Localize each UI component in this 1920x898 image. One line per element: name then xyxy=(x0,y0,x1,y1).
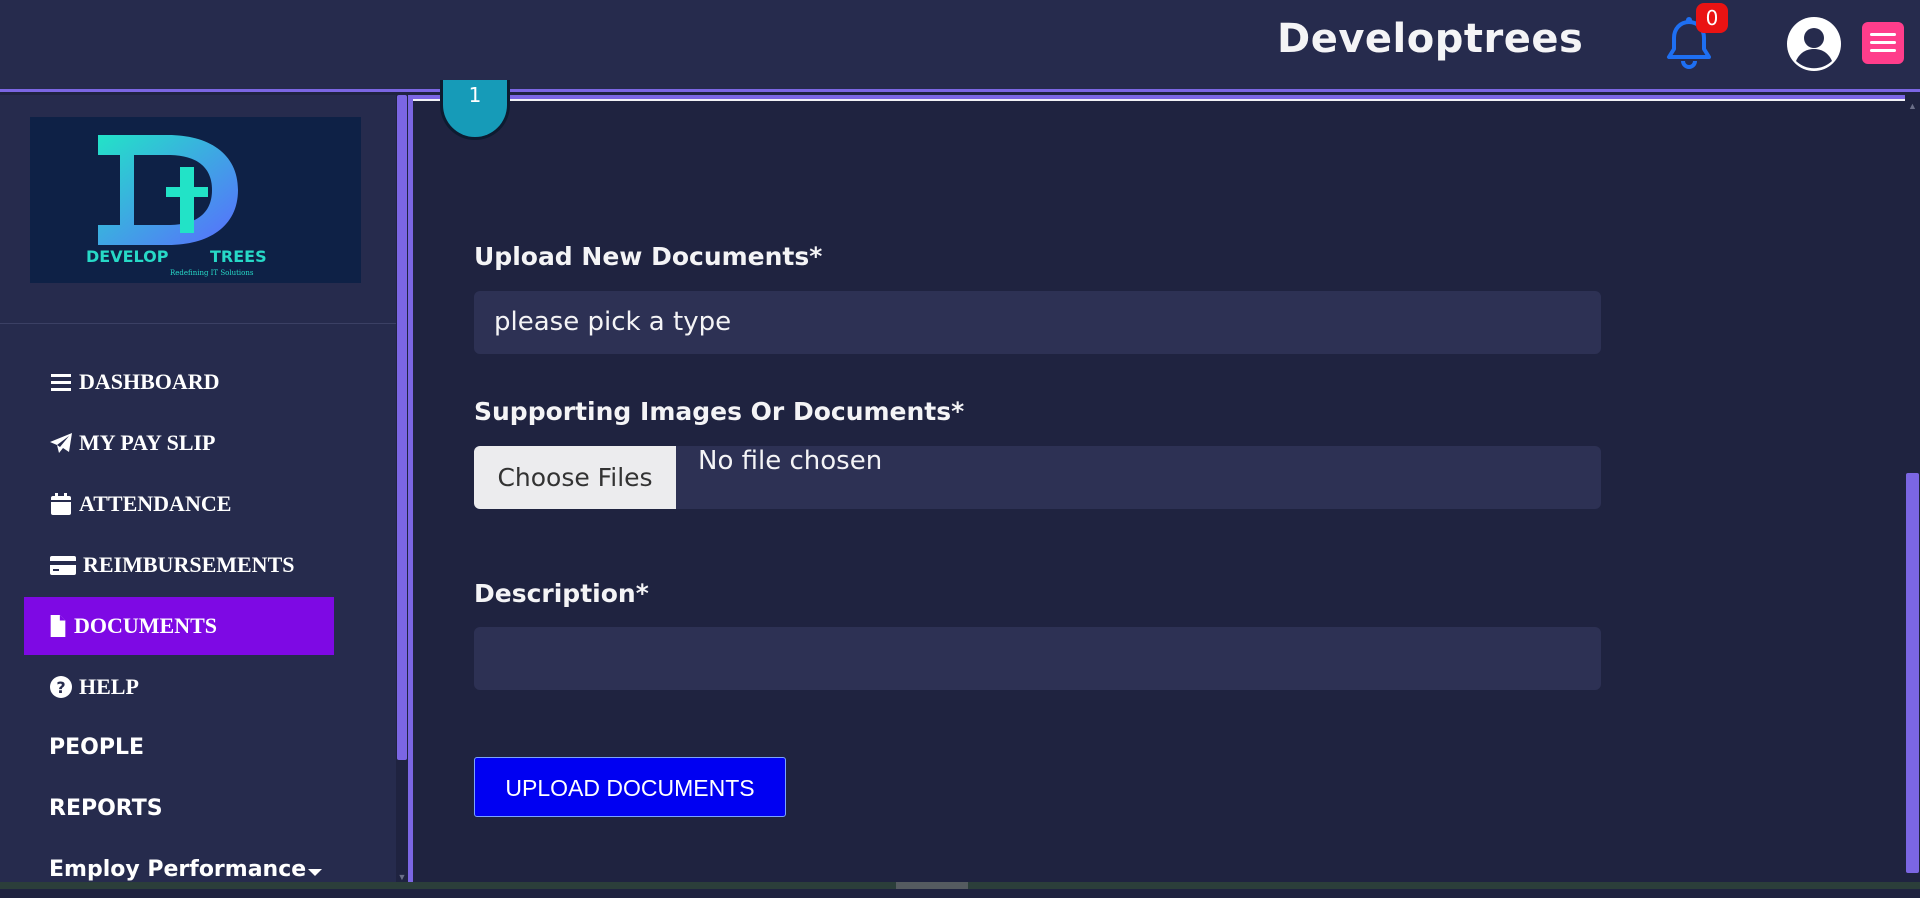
sidebar-item-label: DASHBOARD xyxy=(79,369,220,394)
logo-tagline: Redefining IT Solutions xyxy=(170,269,254,277)
sidebar-item-label: Employ Performance xyxy=(49,856,307,882)
sidebar-item-label: DOCUMENTS xyxy=(74,613,218,638)
company-logo: DEVELOP TREES Redefining IT Solutions xyxy=(30,117,361,283)
sidebar-item-label: PEOPLE xyxy=(49,734,145,760)
sidebar-item-my-pay-slip[interactable]: MY PAY SLIP xyxy=(24,414,334,472)
description-input[interactable] xyxy=(474,627,1601,690)
hamburger-menu-icon[interactable] xyxy=(1862,22,1904,64)
sidebar-item-label: HELP xyxy=(79,674,139,699)
question-circle-icon: ? xyxy=(49,676,73,698)
upload-documents-button[interactable]: UPLOAD DOCUMENTS xyxy=(474,757,786,817)
sidebar-scroll-down-icon[interactable]: ▼ xyxy=(397,872,407,882)
paper-plane-icon xyxy=(49,432,73,454)
top-navbar xyxy=(0,0,1920,92)
no-file-text: No file chosen xyxy=(698,446,883,476)
user-avatar-icon[interactable] xyxy=(1786,16,1842,72)
sidebar-item-label: ATTENDANCE xyxy=(79,491,232,516)
sidebar-item-reports[interactable]: REPORTS xyxy=(24,779,334,837)
upload-documents-label: Upload New Documents* xyxy=(474,242,823,271)
choose-files-button[interactable]: Choose Files xyxy=(474,446,678,509)
svg-text:?: ? xyxy=(56,678,65,697)
logo-text-2: TREES xyxy=(210,247,267,266)
sidebar-divider xyxy=(0,323,396,324)
step-indicator: 1 xyxy=(440,80,510,140)
sidebar-item-employ-performance[interactable]: Employ Performance xyxy=(24,840,334,898)
description-label: Description* xyxy=(474,579,649,608)
sidebar-item-label: REIMBURSEMENTS xyxy=(83,552,295,577)
horizontal-scrollbar-thumb[interactable] xyxy=(896,882,968,889)
credit-card-icon xyxy=(49,554,77,576)
main-scroll-up-icon[interactable]: ▲ xyxy=(1906,100,1919,112)
sidebar-item-people[interactable]: PEOPLE xyxy=(24,718,334,776)
sidebar-item-documents[interactable]: DOCUMENTS xyxy=(24,597,334,655)
supporting-documents-label: Supporting Images Or Documents* xyxy=(474,397,965,426)
sidebar-item-attendance[interactable]: ATTENDANCE xyxy=(24,475,334,533)
sidebar-item-label: REPORTS xyxy=(49,795,163,821)
main-top-highlight xyxy=(413,99,1905,101)
list-icon xyxy=(49,371,73,393)
main-left-border xyxy=(408,95,413,889)
caret-down-icon xyxy=(308,864,323,876)
document-type-select[interactable]: please pick a type xyxy=(474,291,1601,354)
main-scrollbar-thumb[interactable] xyxy=(1906,473,1919,873)
sidebar-item-label: MY PAY SLIP xyxy=(79,430,216,455)
sidebar-scrollbar-thumb[interactable] xyxy=(397,95,407,760)
logo-text: DEVELOP xyxy=(86,247,169,266)
file-icon xyxy=(48,615,68,637)
calendar-icon xyxy=(49,493,73,515)
brand-title: Developtrees xyxy=(1277,16,1584,62)
sidebar-item-reimbursements[interactable]: REIMBURSEMENTS xyxy=(24,536,334,594)
notification-badge: 0 xyxy=(1696,3,1728,33)
file-input[interactable]: Choose Files No file chosen xyxy=(474,446,1601,509)
sidebar-item-dashboard[interactable]: DASHBOARD xyxy=(24,353,334,411)
sidebar-item-help[interactable]: ? HELP xyxy=(24,658,334,716)
